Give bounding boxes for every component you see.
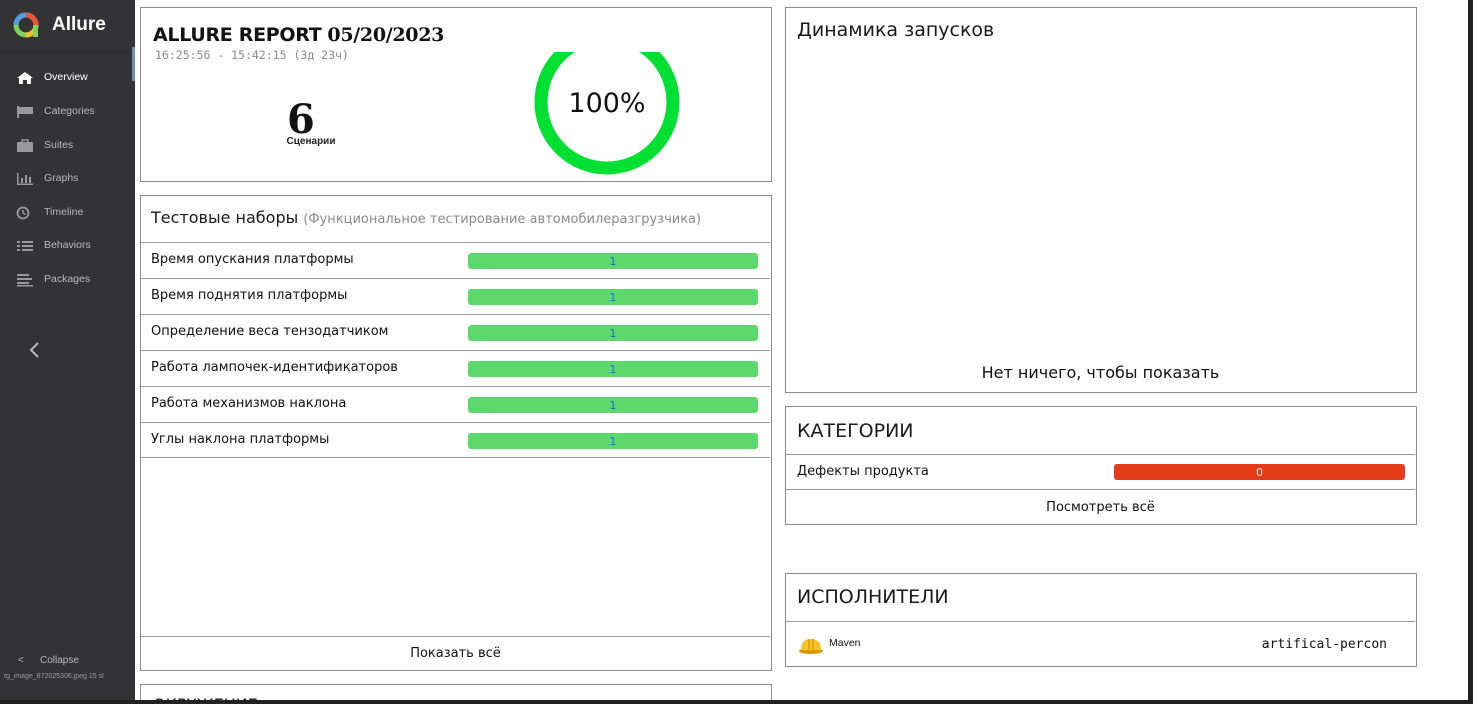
trend-empty-message: Нет ничего, чтобы показать — [981, 363, 1220, 382]
sidebar-item-label: Timeline — [44, 206, 84, 218]
category-status-bar[interactable]: 0 — [1114, 464, 1405, 480]
executors-widget: ИСПОЛНИТЕЛИ Maven artifical-percon — [785, 573, 1417, 667]
sidebar: Allure Overview Categories Suites Graphs… — [0, 0, 135, 704]
suite-row[interactable]: Углы наклона платформы 1 — [141, 422, 770, 458]
suite-status-bar[interactable]: 1 — [468, 289, 758, 305]
flag-icon — [17, 106, 33, 118]
briefcase-icon — [17, 139, 33, 152]
home-icon — [17, 72, 33, 84]
suite-name: Работа лампочек-идентификаторов — [151, 360, 398, 375]
category-name: Дефекты продукта — [797, 464, 929, 479]
packages-icon — [17, 274, 33, 287]
show-all-button[interactable]: Показать всё — [141, 636, 770, 670]
app-name: Allure — [52, 14, 106, 35]
sidebar-item-timeline[interactable]: Timeline — [0, 198, 135, 231]
report-time-range: 16:25:56 - 15:42:15 (3д 23ч) — [155, 48, 349, 62]
suite-row[interactable]: Время опускания платформы 1 — [141, 242, 770, 278]
allure-logo-icon — [13, 12, 39, 38]
bar-chart-icon — [17, 173, 33, 185]
view-all-button[interactable]: Посмотреть всё — [786, 489, 1415, 524]
sidebar-item-behaviors[interactable]: Behaviors — [0, 231, 135, 264]
suite-name: Определение веса тензодатчиком — [151, 324, 389, 339]
report-title: ALLURE REPORT 05/20/2023 — [153, 24, 444, 46]
list-icon — [17, 241, 33, 251]
donut-percent: 100% — [568, 88, 645, 119]
suites-title-text: Тестовые наборы — [151, 208, 299, 227]
sidebar-item-packages[interactable]: Packages — [0, 265, 135, 298]
sidebar-item-label: Suites — [44, 139, 74, 151]
sidebar-item-categories[interactable]: Categories — [0, 97, 135, 130]
suite-status-bar[interactable]: 1 — [468, 361, 758, 377]
hard-hat-icon — [799, 639, 823, 654]
sidebar-item-suites[interactable]: Suites — [0, 131, 135, 164]
suite-row[interactable]: Работа лампочек-идентификаторов 1 — [141, 350, 770, 386]
category-row[interactable]: Дефекты продукта 0 — [786, 454, 1415, 489]
suite-name: Время поднятия платформы — [151, 288, 348, 303]
success-donut-chart[interactable]: 100% — [531, 52, 691, 182]
window-frame-bottom — [0, 700, 1473, 704]
suite-status-bar[interactable]: 1 — [468, 253, 758, 269]
clock-icon — [16, 206, 30, 220]
sidebar-item-overview[interactable]: Overview — [0, 47, 135, 96]
scenario-count-label: Сценарии — [286, 136, 336, 147]
executor-build[interactable]: artifical-percon — [1262, 637, 1387, 652]
sidebar-item-label: Packages — [44, 273, 91, 285]
report-title-text: ALLURE REPORT — [153, 24, 322, 46]
suite-name: Работа механизмов наклона — [151, 396, 347, 411]
categories-widget: КАТЕГОРИИ Дефекты продукта 0 Посмотреть … — [785, 406, 1417, 525]
categories-title: КАТЕГОРИИ — [797, 420, 914, 442]
suite-row[interactable]: Работа механизмов наклона 1 — [141, 386, 770, 422]
collapse-label: Collapse — [40, 655, 79, 666]
view-all-label: Посмотреть всё — [1046, 500, 1155, 515]
executors-title: ИСПОЛНИТЕЛИ — [797, 586, 949, 608]
show-all-label: Показать всё — [410, 646, 501, 661]
suite-row[interactable]: Время поднятия платформы 1 — [141, 278, 770, 314]
collapse-chevron-icon: < — [18, 655, 24, 666]
brand[interactable]: Allure — [0, 0, 135, 52]
executor-row[interactable]: Maven artifical-percon — [786, 621, 1415, 666]
sidebar-item-label: Overview — [44, 71, 88, 83]
trend-widget: Динамика запусков Нет ничего, чтобы пока… — [785, 7, 1417, 393]
sidebar-item-label: Categories — [44, 105, 95, 117]
suites-widget: Тестовые наборы (Функциональное тестиров… — [140, 195, 772, 671]
suite-name: Время опускания платформы — [151, 252, 354, 267]
summary-widget: ALLURE REPORT 05/20/2023 16:25:56 - 15:42… — [140, 7, 772, 182]
suite-name: Углы наклона платформы — [151, 432, 330, 447]
window-frame-right — [1468, 0, 1473, 704]
executor-name: Maven — [829, 637, 861, 649]
trend-title: Динамика запусков — [797, 19, 995, 41]
suites-subtitle: (Функциональное тестирование автомобилер… — [303, 212, 702, 227]
suite-status-bar[interactable]: 1 — [468, 433, 758, 449]
sidebar-item-label: Graphs — [44, 172, 79, 184]
sidebar-item-label: Behaviors — [44, 239, 91, 251]
suite-row[interactable]: Определение веса тензодатчиком 1 — [141, 314, 770, 350]
chevron-left-icon[interactable] — [28, 340, 42, 360]
collapse-button[interactable]: < Collapse — [18, 655, 79, 666]
sidebar-item-graphs[interactable]: Graphs — [0, 164, 135, 197]
suite-status-bar[interactable]: 1 — [468, 397, 758, 413]
report-date: 05/20/2023 — [327, 24, 445, 46]
suite-status-bar[interactable]: 1 — [468, 325, 758, 341]
image-filename: tg_image_872025306.jpeg 15 sl — [4, 673, 104, 680]
suites-title: Тестовые наборы (Функциональное тестиров… — [151, 208, 701, 227]
